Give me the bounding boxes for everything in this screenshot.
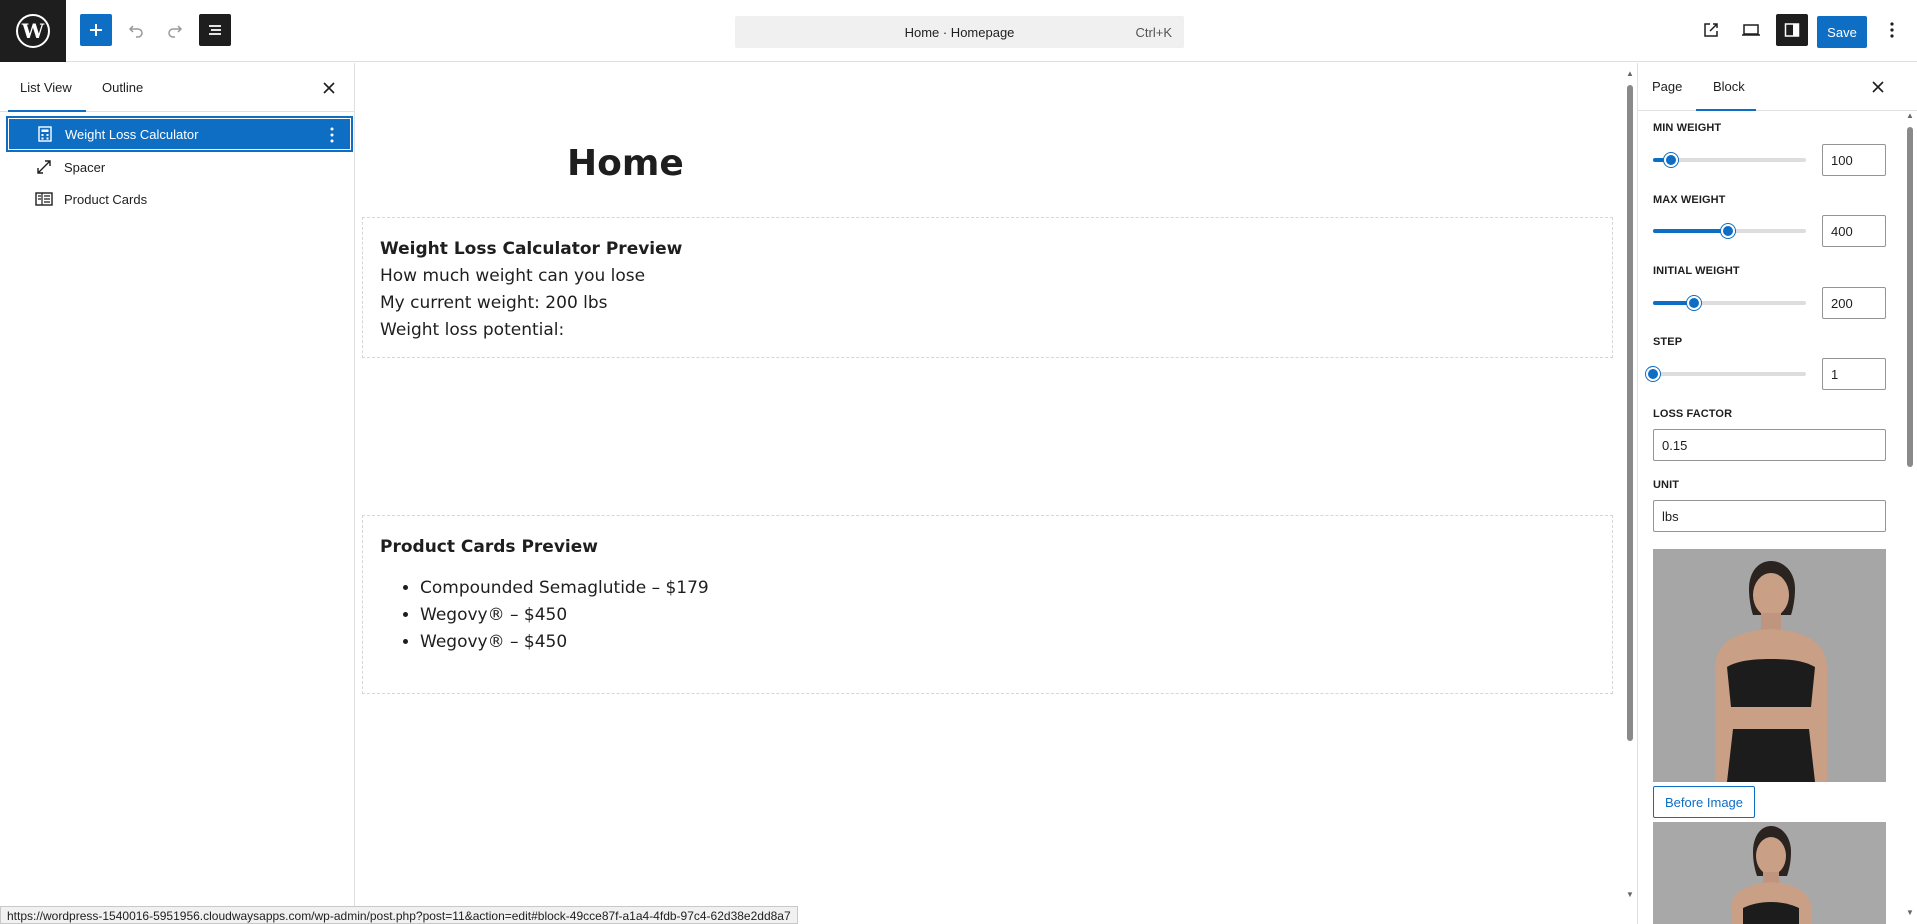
min-weight-input[interactable]: 100 <box>1822 144 1886 176</box>
settings-sidebar-icon[interactable] <box>1776 14 1808 46</box>
device-preview-icon[interactable] <box>1735 14 1767 46</box>
calculator-preview-line: My current weight: 200 lbs <box>380 293 608 313</box>
products-preview-title: Product Cards Preview <box>380 537 598 557</box>
calculator-icon <box>35 124 55 144</box>
list-item-product-cards[interactable]: Product Cards <box>8 183 351 215</box>
unit-input[interactable]: lbs <box>1653 500 1886 532</box>
product-list: Compounded Semaglutide – $179 Wegovy® – … <box>420 575 1595 656</box>
list-item: Wegovy® – $450 <box>420 602 1595 629</box>
columns-icon <box>34 189 54 209</box>
add-block-button[interactable] <box>80 14 112 46</box>
calculator-preview-line: Weight loss potential: <box>380 320 565 340</box>
loss-factor-input[interactable]: 0.15 <box>1653 429 1886 461</box>
list-item-label: Product Cards <box>64 191 148 207</box>
page-title[interactable]: Home <box>567 143 684 184</box>
slider-thumb[interactable] <box>1646 367 1660 381</box>
panel-tabs: List View Outline <box>0 63 354 112</box>
sidebar-scrollbar[interactable]: ▲ ▼ <box>1903 111 1917 924</box>
close-icon[interactable] <box>1868 77 1888 97</box>
keyboard-shortcut: Ctrl+K <box>1135 25 1172 40</box>
scrollbar-thumb[interactable] <box>1627 85 1633 741</box>
step-label: STEP <box>1653 336 1683 348</box>
list-item-spacer[interactable]: Spacer <box>8 151 351 183</box>
block-options-icon[interactable] <box>322 125 342 145</box>
close-icon[interactable] <box>319 78 339 98</box>
before-image-button[interactable]: Before Image <box>1653 786 1755 818</box>
list-item-weight-loss-calculator[interactable]: Weight Loss Calculator <box>6 116 353 152</box>
undo-icon[interactable] <box>120 14 152 46</box>
tab-list-view[interactable]: List View <box>20 80 72 95</box>
scrollbar-thumb[interactable] <box>1907 127 1913 467</box>
scroll-down-icon[interactable]: ▼ <box>1905 908 1915 918</box>
scroll-down-icon[interactable]: ▼ <box>1625 890 1635 900</box>
min-weight-label: MIN WEIGHT <box>1653 122 1722 134</box>
tab-block[interactable]: Block <box>1713 79 1745 94</box>
scroll-up-icon[interactable]: ▲ <box>1625 69 1635 79</box>
status-bar-url: https://wordpress-1540016-5951956.cloudw… <box>0 906 798 924</box>
list-item-label: Weight Loss Calculator <box>65 126 199 142</box>
slider-thumb[interactable] <box>1687 296 1702 310</box>
editor-top-bar: W Home · Homepage Ctrl+K Save <box>0 0 1917 62</box>
list-view-panel: List View Outline Weight Loss Calculator… <box>0 63 355 906</box>
initial-weight-input[interactable]: 200 <box>1822 287 1886 319</box>
wordpress-logo-icon[interactable]: W <box>0 0 66 62</box>
calculator-preview-title: Weight Loss Calculator Preview <box>380 239 683 259</box>
command-palette-button[interactable]: Home · Homepage Ctrl+K <box>735 16 1184 48</box>
min-weight-slider[interactable] <box>1653 153 1806 167</box>
initial-weight-slider[interactable] <box>1653 296 1806 310</box>
resize-icon <box>34 157 54 177</box>
redo-icon[interactable] <box>159 14 191 46</box>
max-weight-input[interactable]: 400 <box>1822 215 1886 247</box>
list-item-label: Spacer <box>64 159 106 175</box>
editor-canvas[interactable]: Home Weight Loss Calculator Preview How … <box>356 63 1636 906</box>
settings-sidebar: Page Block MIN WEIGHT 100 MAX WEIGHT 400… <box>1637 63 1917 924</box>
more-options-icon[interactable] <box>1876 14 1908 46</box>
active-tab-indicator <box>1696 109 1756 111</box>
tab-outline[interactable]: Outline <box>102 80 143 95</box>
unit-label: UNIT <box>1653 479 1680 491</box>
slider-thumb[interactable] <box>1664 153 1679 167</box>
document-title: Home · Homepage <box>904 25 1015 40</box>
view-page-icon[interactable] <box>1695 14 1727 46</box>
max-weight-slider[interactable] <box>1653 224 1806 238</box>
scroll-up-icon[interactable]: ▲ <box>1905 111 1915 121</box>
svg-text:W: W <box>21 19 45 43</box>
document-overview-button[interactable] <box>199 14 231 46</box>
calculator-preview-line: How much weight can you lose <box>380 266 646 286</box>
tab-page[interactable]: Page <box>1652 79 1682 94</box>
canvas-scrollbar[interactable]: ▲ ▼ <box>1624 69 1636 906</box>
loss-factor-label: LOSS FACTOR <box>1653 408 1733 420</box>
before-image[interactable] <box>1653 549 1886 782</box>
save-button[interactable]: Save <box>1817 16 1867 48</box>
slider-thumb[interactable] <box>1720 224 1735 238</box>
product-cards-block[interactable]: Product Cards Preview Compounded Semaglu… <box>362 515 1613 694</box>
max-weight-label: MAX WEIGHT <box>1653 194 1726 206</box>
step-slider[interactable] <box>1646 367 1806 381</box>
active-tab-indicator <box>8 110 86 112</box>
slider-fill <box>1653 229 1728 233</box>
step-input[interactable]: 1 <box>1822 358 1886 390</box>
list-item: Wegovy® – $450 <box>420 629 1595 656</box>
weight-loss-calculator-block[interactable]: Weight Loss Calculator Preview How much … <box>362 217 1613 358</box>
sidebar-tabs: Page Block <box>1638 63 1917 111</box>
list-item: Compounded Semaglutide – $179 <box>420 575 1595 602</box>
after-image[interactable] <box>1653 822 1886 924</box>
initial-weight-label: INITIAL WEIGHT <box>1653 265 1740 277</box>
